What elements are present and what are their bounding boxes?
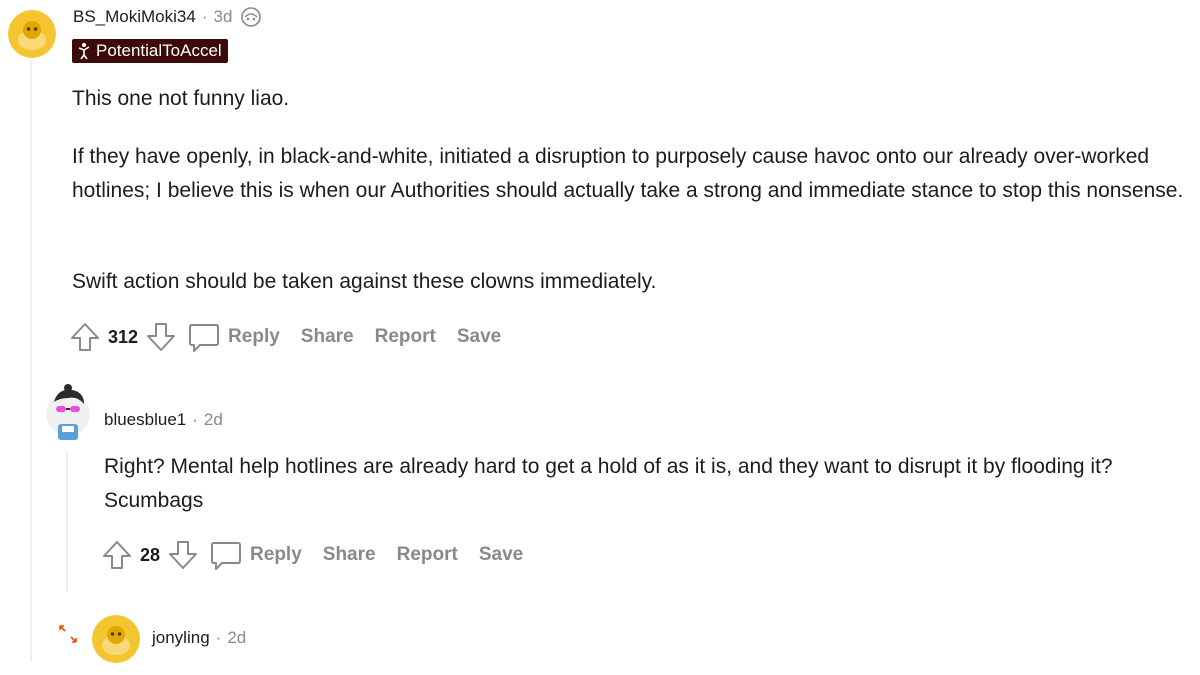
comment-icon[interactable] <box>186 319 222 355</box>
report-button[interactable]: Report <box>397 544 458 566</box>
user-flair[interactable]: PotentialToAccel <box>72 39 228 63</box>
comment-header: jonyling · 2d <box>152 628 246 648</box>
flair-label: PotentialToAccel <box>96 41 222 60</box>
snoo-avatar[interactable] <box>44 380 94 442</box>
thread-line-main[interactable] <box>30 62 32 662</box>
vote-count: 312 <box>108 326 139 347</box>
share-button[interactable]: Share <box>301 326 354 348</box>
separator: · <box>215 628 222 647</box>
separator: · <box>192 410 198 429</box>
vote-count: 28 <box>140 544 161 565</box>
downvote-icon[interactable] <box>144 320 178 354</box>
comment-header: bluesblue1 · 2d <box>104 410 223 430</box>
flair-icon <box>76 42 92 60</box>
timestamp[interactable]: 2d <box>227 628 246 648</box>
award-icon[interactable] <box>238 6 264 28</box>
username[interactable]: BS_MokiMoki34 <box>73 7 196 27</box>
report-button[interactable]: Report <box>375 326 436 348</box>
separator: · <box>201 7 208 26</box>
expand-icon[interactable] <box>56 622 80 651</box>
save-button[interactable]: Save <box>479 544 523 566</box>
save-button[interactable]: Save <box>457 326 501 348</box>
comment-actions: 28 Reply Share Report Save <box>100 537 544 573</box>
comment-header: BS_MokiMoki34 · 3d <box>73 6 264 28</box>
share-button[interactable]: Share <box>323 544 376 566</box>
snoo-avatar[interactable] <box>8 10 56 58</box>
reply-button[interactable]: Reply <box>228 326 280 348</box>
username[interactable]: jonyling <box>152 628 210 648</box>
reply-button[interactable]: Reply <box>250 544 302 566</box>
upvote-icon[interactable] <box>100 538 134 572</box>
timestamp[interactable]: 2d <box>204 410 223 430</box>
thread-line-reply[interactable] <box>66 452 68 592</box>
username[interactable]: bluesblue1 <box>104 410 186 430</box>
upvote-icon[interactable] <box>68 320 102 354</box>
timestamp[interactable]: 3d <box>214 7 233 27</box>
comment-paragraph: If they have openly, in black-and-white,… <box>72 145 1184 202</box>
snoo-avatar[interactable] <box>92 615 140 663</box>
downvote-icon[interactable] <box>166 538 200 572</box>
comment-actions: 312 Reply Share Report Save <box>68 319 522 355</box>
comment-icon[interactable] <box>208 537 244 573</box>
comment-paragraph: Swift action should be taken against the… <box>72 270 657 293</box>
comment-paragraph: This one not funny liao. <box>72 87 290 110</box>
comment-paragraph: Right? Mental help hotlines are already … <box>104 455 1113 512</box>
